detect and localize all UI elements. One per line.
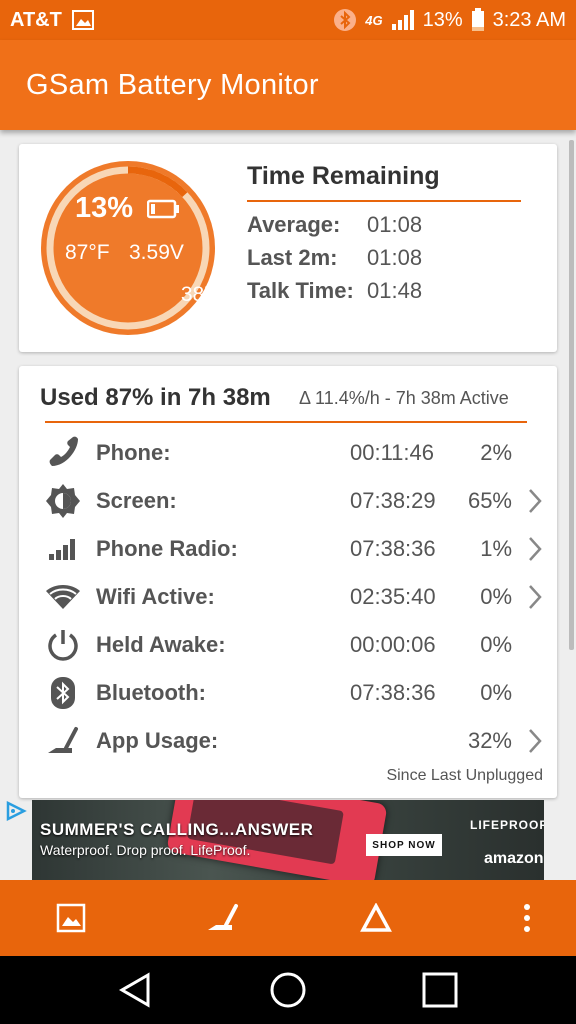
power-icon	[45, 627, 81, 663]
usage-row-phone-radio[interactable]: Phone Radio: 07:38:36 1%	[19, 525, 557, 573]
usage-row-screen[interactable]: Screen: 07:38:29 65%	[19, 477, 557, 525]
ad-choices-icon[interactable]	[5, 800, 27, 822]
temperature: 87°F	[65, 241, 110, 264]
home-icon[interactable]	[266, 970, 310, 1010]
usage-summary: Used 87% in 7h 38m	[40, 384, 271, 411]
system-navigation-bar	[0, 956, 576, 1024]
recent-apps-icon[interactable]	[418, 970, 462, 1010]
phone-icon	[45, 435, 81, 471]
app-title: GSam Battery Monitor	[26, 68, 319, 101]
back-icon[interactable]	[113, 970, 157, 1010]
screen-brightness-icon	[45, 483, 81, 519]
delta-icon[interactable]	[354, 896, 398, 940]
gauge-readout: 13% 87°F 3.59V 387 mA	[39, 159, 253, 337]
time-remaining-title: Time Remaining	[247, 162, 440, 190]
app-usage-icon	[45, 723, 81, 759]
clock: 3:23 AM	[492, 8, 566, 31]
time-remaining-talk-time: Talk Time: 01:48	[247, 278, 423, 303]
time-remaining-last-2m: Last 2m: 01:08	[247, 245, 423, 270]
usage-card: Used 87% in 7h 38m Δ 11.4%/h - 7h 38m Ac…	[19, 366, 557, 798]
ad-product-image	[166, 800, 388, 880]
usage-row-wifi[interactable]: Wifi Active: 02:35:40 0%	[19, 573, 557, 621]
ad-retailer: amazon	[484, 850, 544, 867]
signal-bars-icon	[45, 531, 81, 567]
divider	[247, 200, 521, 202]
ad-headline: SUMMER'S CALLING...ANSWER	[40, 820, 314, 839]
battery-icon	[146, 199, 181, 224]
battery-percent-status: 13%	[422, 8, 463, 31]
ad-banner[interactable]: SUMMER'S CALLING...ANSWER Waterproof. Dr…	[32, 800, 544, 880]
usage-rate: Δ 11.4%/h - 7h 38m Active	[299, 388, 509, 408]
divider	[45, 421, 527, 423]
chevron-right-icon[interactable]	[527, 584, 543, 615]
chevron-right-icon[interactable]	[527, 488, 543, 519]
chevron-right-icon[interactable]	[527, 728, 543, 759]
voltage: 3.59V	[129, 241, 184, 264]
status-bar: AT&T 4G 13% 3:23 AM	[0, 0, 576, 40]
bottom-action-bar	[0, 880, 576, 956]
usage-footer: Since Last Unplugged	[386, 767, 543, 784]
gallery-icon[interactable]	[49, 896, 93, 940]
usage-row-held-awake[interactable]: Held Awake: 00:00:06 0%	[19, 621, 557, 669]
time-remaining-average: Average: 01:08	[247, 212, 423, 237]
battery-status-icon	[471, 8, 485, 32]
bluetooth-status-icon	[333, 8, 357, 32]
app-usage-icon[interactable]	[201, 896, 245, 940]
usage-row-phone[interactable]: Phone: 00:11:46 2%	[19, 429, 557, 477]
usage-row-app-usage[interactable]: App Usage: 32%	[19, 717, 557, 765]
overflow-menu-icon[interactable]	[505, 896, 549, 940]
bluetooth-icon	[45, 675, 81, 711]
chevron-right-icon[interactable]	[527, 536, 543, 567]
app-toolbar: GSam Battery Monitor	[0, 40, 576, 130]
ad-brand: LIFEPROOF	[470, 818, 544, 832]
signal-icon	[391, 9, 415, 31]
ad-shop-now-button[interactable]: SHOP NOW	[366, 834, 442, 856]
battery-summary-card[interactable]: 13% 87°F 3.59V 387 mA Time Remaining Ave…	[19, 144, 557, 352]
gauge-percent: 13%	[75, 192, 134, 224]
wifi-icon	[45, 579, 81, 615]
carrier-label: AT&T	[10, 8, 62, 31]
scrollbar[interactable]	[569, 140, 574, 650]
gallery-notification-icon	[71, 10, 94, 30]
network-type-icon: 4G	[365, 12, 383, 28]
ad-tagline: Waterproof. Drop proof. LifeProof.	[40, 842, 251, 858]
usage-row-bluetooth[interactable]: Bluetooth: 07:38:36 0%	[19, 669, 557, 717]
